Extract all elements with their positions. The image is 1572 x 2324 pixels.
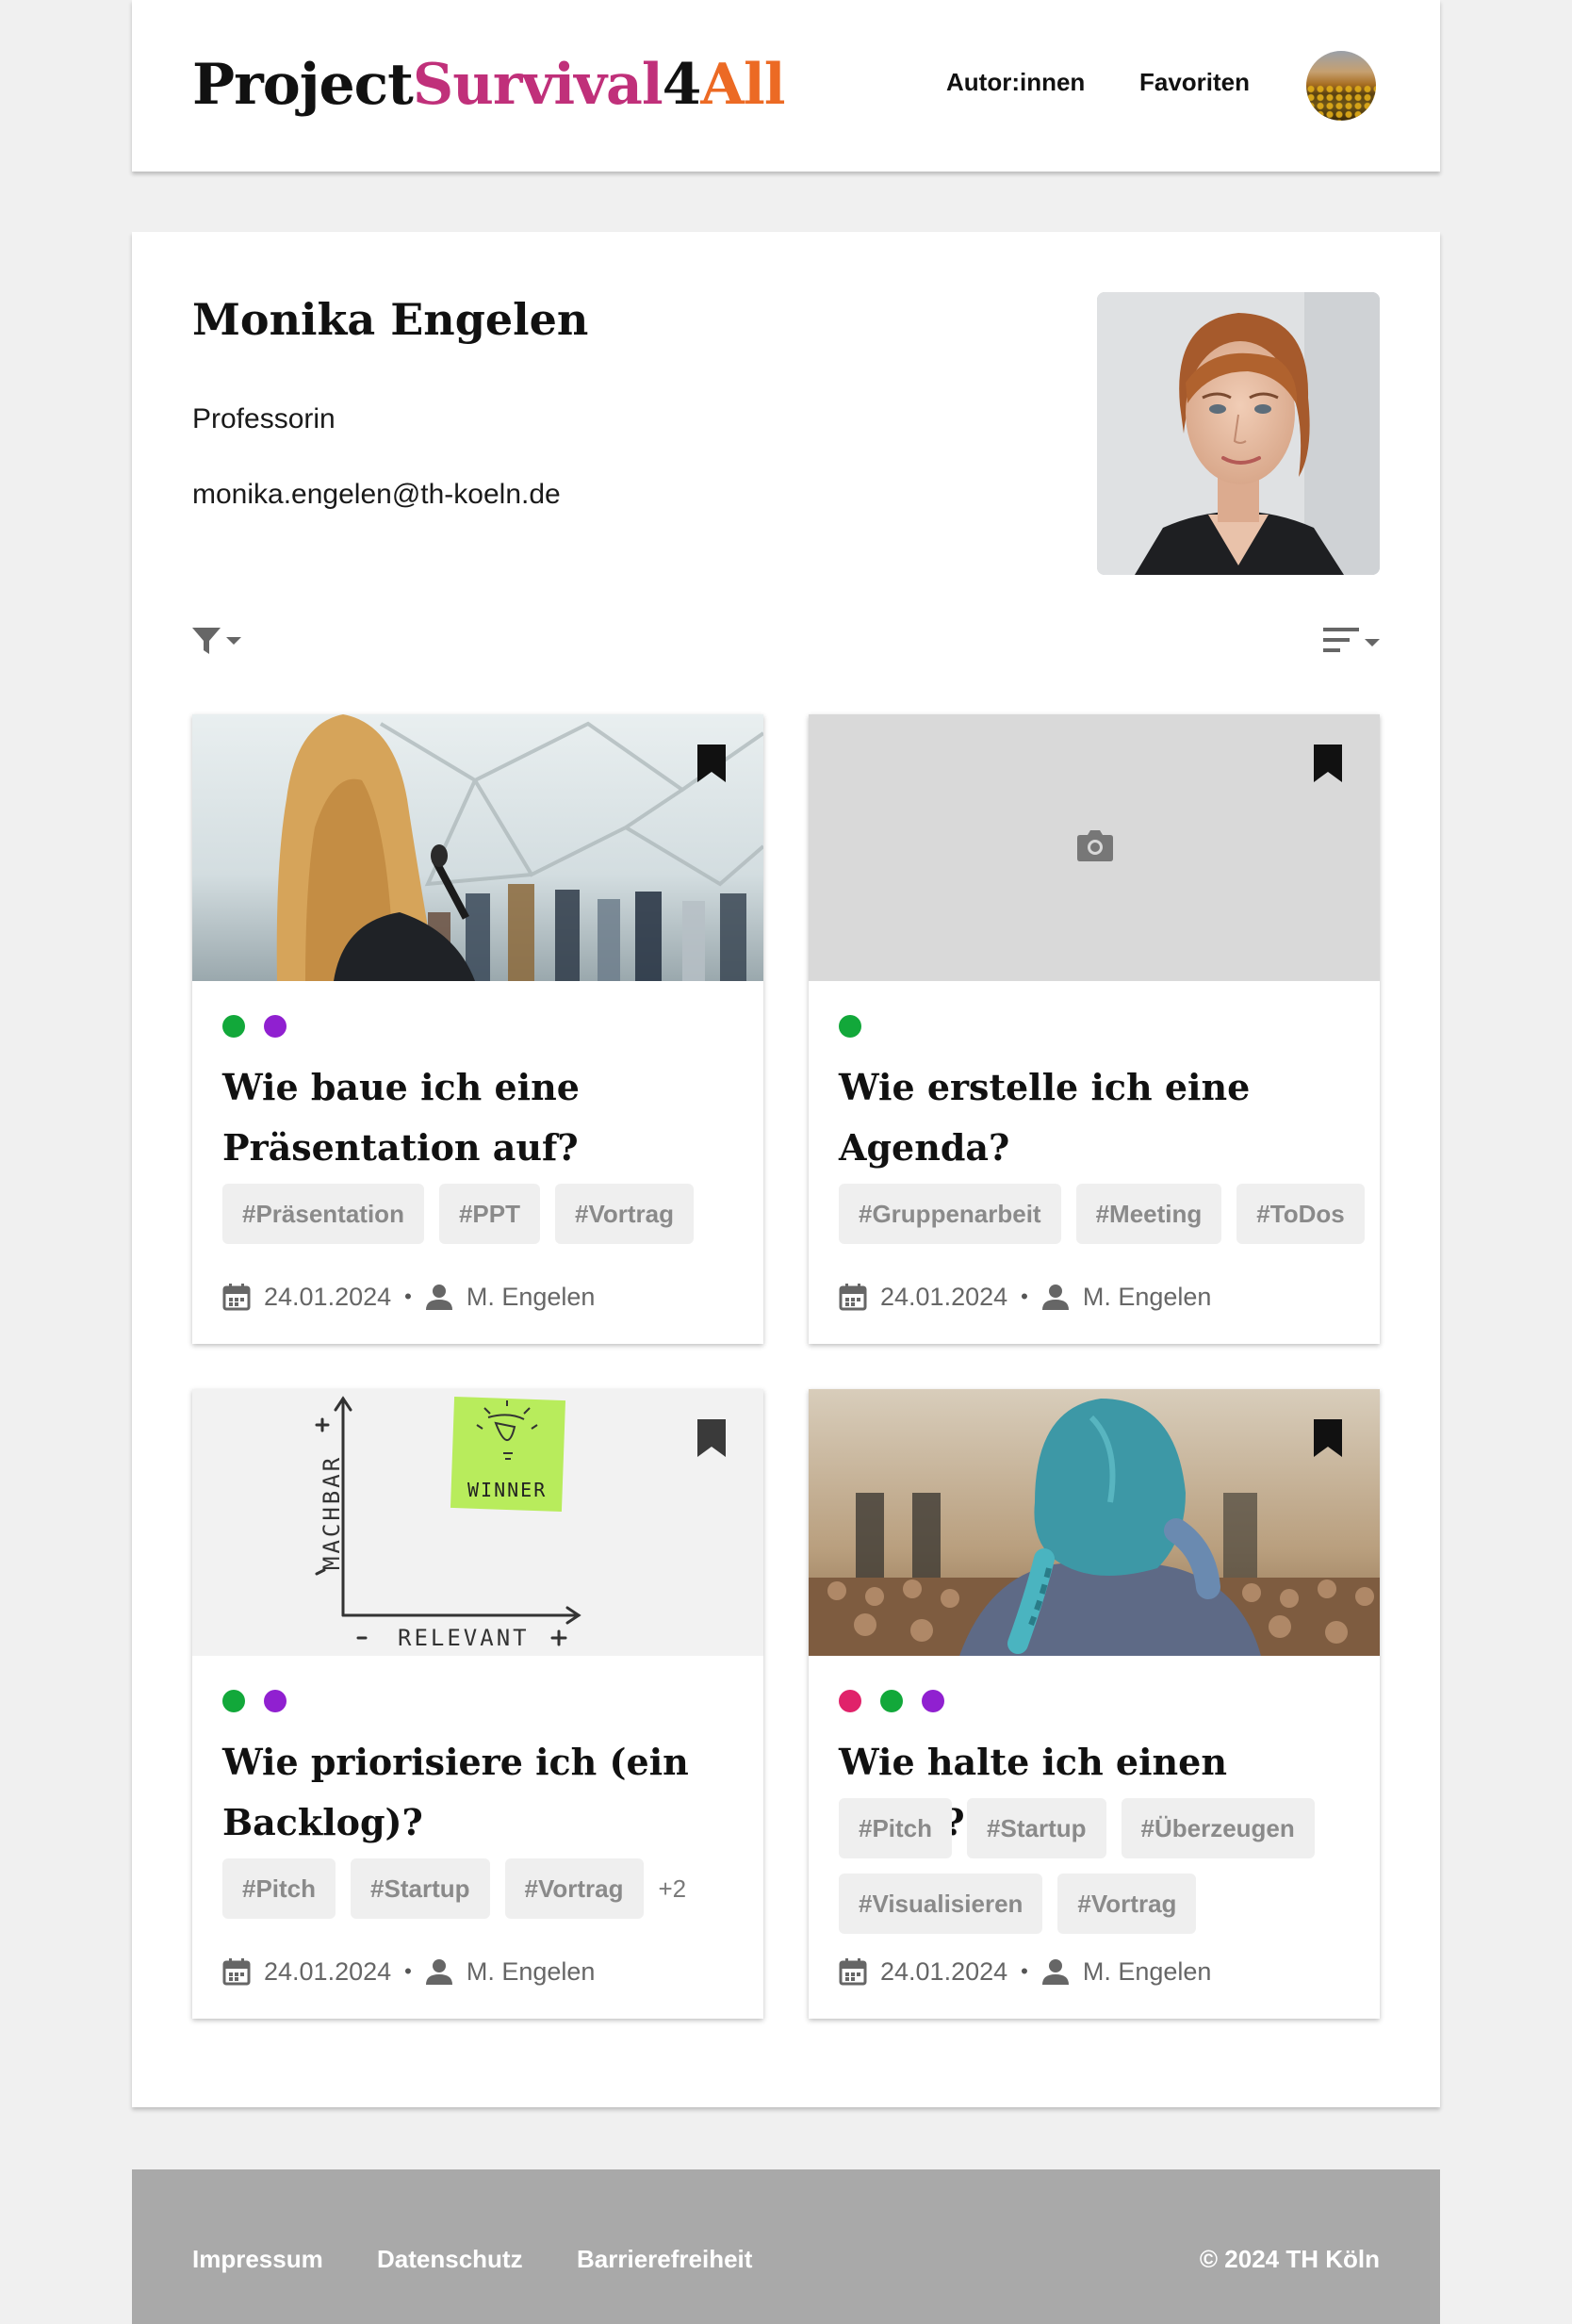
card-meta: 24.01.2024 • M. Engelen	[839, 1953, 1211, 1990]
profile-name: Monika Engelen	[192, 294, 589, 345]
meta-separator: •	[404, 1959, 412, 1983]
logo-part-project: Project	[192, 52, 414, 118]
tag[interactable]: #Startup	[967, 1798, 1106, 1858]
card-author: M. Engelen	[466, 1282, 596, 1311]
article-card[interactable]: MACHBAR RELEVANT WINNER Wie priorisiere …	[192, 1389, 763, 2019]
sketch-y-label: MACHBAR	[319, 1455, 345, 1570]
category-dot-purple	[922, 1690, 944, 1712]
bookmark-icon[interactable]	[1312, 1417, 1344, 1459]
footer-copyright: © 2024 TH Köln	[1199, 2245, 1380, 2273]
meta-separator: •	[404, 1285, 412, 1308]
profile-portrait	[1097, 292, 1380, 575]
article-card[interactable]: Wie erstelle ich eine Agenda? #Gruppenar…	[809, 714, 1380, 1344]
tag[interactable]: #Pitch	[222, 1858, 336, 1919]
tag-list: #Pitch #Startup #Vortrag +2	[222, 1858, 750, 1919]
calendar-icon	[222, 1284, 251, 1311]
card-author: M. Engelen	[466, 1956, 596, 1986]
calendar-icon	[839, 1284, 867, 1311]
person-icon	[1041, 1285, 1069, 1310]
card-title[interactable]: Wie priorisiere ich (ein Backlog)?	[222, 1732, 741, 1853]
tag-list: #Pitch #Startup #Überzeugen #Visualisier…	[839, 1798, 1367, 1934]
tag[interactable]: #PPT	[438, 1184, 540, 1244]
article-card[interactable]: Wie halte ich einen Pitch? #Pitch #Start…	[809, 1389, 1380, 2019]
bookmark-icon[interactable]	[696, 743, 728, 784]
category-dot-pink	[839, 1690, 861, 1712]
card-image-priority-matrix: MACHBAR RELEVANT WINNER	[192, 1389, 763, 1656]
camera-icon	[1077, 830, 1113, 861]
profile-email: monika.engelen@th-koeln.de	[192, 479, 561, 510]
card-image-placeholder	[809, 714, 1380, 981]
category-dot-purple	[264, 1690, 287, 1712]
more-tags-count[interactable]: +2	[659, 1858, 687, 1919]
category-dots	[222, 1690, 287, 1712]
site-logo[interactable]: ProjectSurvival4All	[192, 45, 786, 124]
category-dot-green	[222, 1015, 245, 1038]
category-dots	[839, 1015, 861, 1038]
category-dots	[839, 1690, 944, 1712]
card-date: 24.01.2024	[880, 1956, 1008, 1986]
sketch-note-label: WINNER	[467, 1479, 547, 1501]
site-footer: Impressum Datenschutz Barrierefreiheit ©…	[132, 2169, 1440, 2324]
sketch-x-label: RELEVANT	[398, 1625, 530, 1651]
card-meta: 24.01.2024 • M. Engelen	[222, 1278, 595, 1316]
meta-separator: •	[1021, 1959, 1028, 1983]
article-card[interactable]: Wie baue ich eine Präsentation auf? #Prä…	[192, 714, 763, 1344]
card-title[interactable]: Wie baue ich eine Präsentation auf?	[222, 1057, 741, 1178]
bookmark-icon[interactable]	[696, 1417, 728, 1459]
logo-part-all: All	[700, 52, 785, 118]
card-image-audience	[809, 1389, 1380, 1656]
person-icon	[1041, 1959, 1069, 1985]
sort-icon	[1323, 628, 1380, 652]
filter-icon	[192, 628, 241, 654]
card-date: 24.01.2024	[264, 1282, 392, 1311]
person-icon	[425, 1285, 452, 1310]
tag-list: #Präsentation #PPT #Vortrag	[222, 1184, 750, 1244]
footer-link-barrierefreiheit[interactable]: Barrierefreiheit	[577, 2245, 752, 2274]
tag[interactable]: #Meeting	[1075, 1184, 1222, 1244]
card-author: M. Engelen	[1082, 1282, 1212, 1311]
tag[interactable]: #Vortrag	[1057, 1874, 1197, 1934]
card-meta: 24.01.2024 • M. Engelen	[222, 1953, 595, 1990]
card-date: 24.01.2024	[880, 1282, 1008, 1311]
logo-part-4: 4	[662, 52, 702, 118]
nav-authors-link[interactable]: Autor:innen	[946, 68, 1085, 97]
filter-button[interactable]	[190, 622, 247, 660]
category-dot-green	[880, 1690, 903, 1712]
tag[interactable]: #Vortrag	[504, 1858, 644, 1919]
tag[interactable]: #Vortrag	[554, 1184, 694, 1244]
card-date: 24.01.2024	[264, 1956, 392, 1986]
main-content: Monika Engelen Professorin monika.engele…	[132, 232, 1440, 2107]
calendar-icon	[222, 1958, 251, 1986]
tag[interactable]: #Startup	[351, 1858, 490, 1919]
tag[interactable]: #Überzeugen	[1121, 1798, 1315, 1858]
category-dots	[222, 1015, 287, 1038]
bookmark-icon[interactable]	[1312, 743, 1344, 784]
sort-button[interactable]	[1321, 622, 1382, 660]
footer-link-datenschutz[interactable]: Datenschutz	[377, 2245, 523, 2274]
user-avatar[interactable]	[1306, 51, 1376, 121]
category-dot-green	[222, 1690, 245, 1712]
tag[interactable]: #Gruppenarbeit	[839, 1184, 1061, 1244]
tag-list: #Gruppenarbeit #Meeting #ToDos	[839, 1184, 1367, 1244]
card-image-presentation	[192, 714, 763, 981]
card-meta: 24.01.2024 • M. Engelen	[839, 1278, 1211, 1316]
card-title[interactable]: Wie erstelle ich eine Agenda?	[839, 1057, 1357, 1178]
logo-part-survival: Survival	[412, 52, 663, 118]
site-header: ProjectSurvival4All Autor:innen Favorite…	[132, 0, 1440, 172]
nav-favorites-link[interactable]: Favoriten	[1139, 68, 1250, 97]
category-dot-purple	[264, 1015, 287, 1038]
person-icon	[425, 1959, 452, 1985]
card-author: M. Engelen	[1082, 1956, 1212, 1986]
tag[interactable]: #Pitch	[839, 1798, 953, 1858]
meta-separator: •	[1021, 1285, 1028, 1308]
tag[interactable]: #Visualisieren	[839, 1874, 1043, 1934]
profile-role: Professorin	[192, 403, 336, 434]
tag[interactable]: #ToDos	[1236, 1184, 1365, 1244]
tag[interactable]: #Präsentation	[222, 1184, 424, 1244]
footer-link-impressum[interactable]: Impressum	[192, 2245, 323, 2274]
category-dot-green	[839, 1015, 861, 1038]
calendar-icon	[839, 1958, 867, 1986]
